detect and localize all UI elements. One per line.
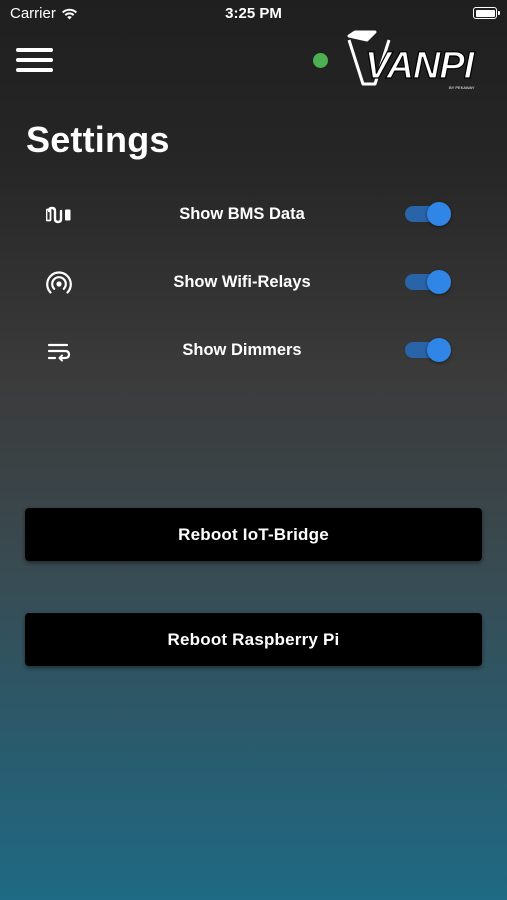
- setting-row-wifi-relays: Show Wifi-Relays: [0, 263, 507, 303]
- setting-label: Show Dimmers: [182, 341, 302, 359]
- reboot-raspberry-pi-button[interactable]: Reboot Raspberry Pi: [25, 613, 482, 666]
- reboot-raspberry-pi-label: Reboot Raspberry Pi: [167, 629, 340, 649]
- battery-icon: [473, 7, 500, 19]
- toggle-knob: [427, 202, 451, 226]
- setting-label: Show BMS Data: [179, 205, 305, 223]
- setting-row-bms: Show BMS Data: [0, 195, 507, 235]
- page-title: Settings: [26, 119, 170, 160]
- wifi-relay-icon: [46, 271, 72, 294]
- hamburger-menu-icon[interactable]: [16, 45, 54, 75]
- battery-bms-icon: [46, 206, 71, 224]
- dimmers-toggle[interactable]: [405, 338, 451, 362]
- toggle-knob: [427, 338, 451, 362]
- status-bar: Carrier 3:25 PM: [0, 0, 507, 28]
- svg-text:VANPI: VANPI: [365, 45, 476, 87]
- setting-label: Show Wifi-Relays: [173, 273, 311, 291]
- status-time: 3:25 PM: [225, 5, 282, 22]
- setting-row-dimmers: Show Dimmers: [0, 331, 507, 371]
- wifi-relays-toggle[interactable]: [405, 270, 451, 294]
- reboot-iot-bridge-label: Reboot IoT-Bridge: [178, 524, 329, 544]
- dimmer-icon: [47, 343, 71, 362]
- reboot-iot-bridge-button[interactable]: Reboot IoT-Bridge: [25, 508, 482, 561]
- connection-status-indicator: [313, 53, 328, 68]
- svg-text:BY PEKAWAY: BY PEKAWAY: [449, 85, 475, 90]
- bms-data-toggle[interactable]: [405, 202, 451, 226]
- vanpi-logo: VANPI VANPI BY PEKAWAY: [347, 30, 477, 90]
- toggle-knob: [427, 270, 451, 294]
